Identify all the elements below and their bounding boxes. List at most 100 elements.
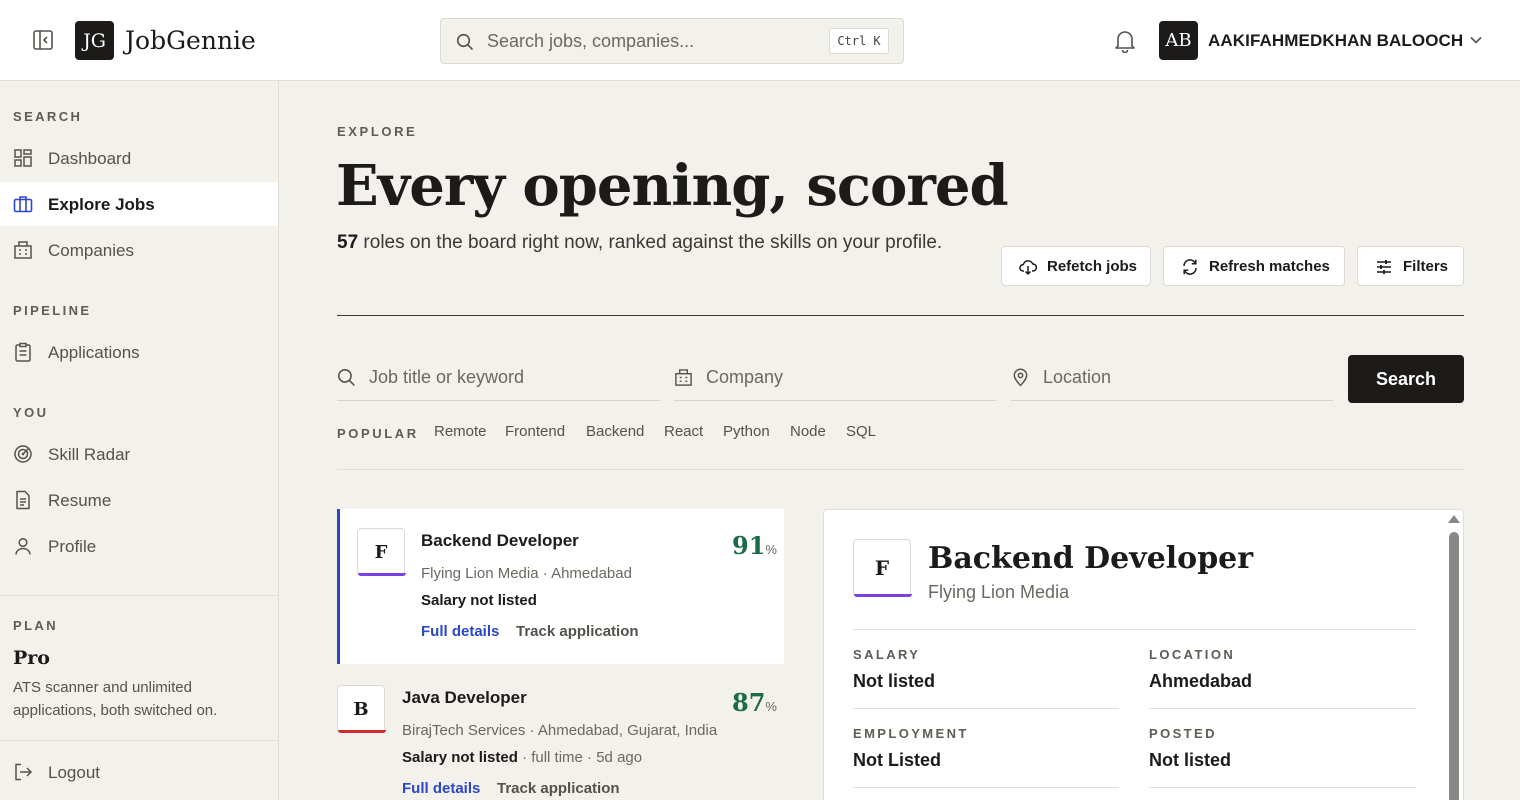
detail-value-location: Ahmedabad <box>1149 671 1253 691</box>
avatar[interactable]: AB <box>1159 21 1198 60</box>
popular-tag[interactable]: Backend <box>586 423 644 440</box>
user-icon <box>13 536 33 556</box>
sidebar-item-skill-radar[interactable]: Skill Radar <box>0 432 278 476</box>
building-icon <box>674 368 693 387</box>
sidebar-item-profile[interactable]: Profile <box>0 524 278 568</box>
search-icon <box>337 368 356 387</box>
logout-button[interactable]: Logout <box>0 750 278 794</box>
match-score: 87% <box>732 688 777 717</box>
header-divider <box>337 315 1464 316</box>
plan-name: Pro <box>13 647 50 669</box>
page-subtitle: 57 roles on the board right now, ranked … <box>337 228 947 257</box>
sidebar-divider <box>0 740 278 741</box>
sidebar-item-dashboard[interactable]: Dashboard <box>0 136 278 180</box>
keyword-input[interactable]: Job title or keyword <box>337 355 660 401</box>
building-icon <box>13 240 33 260</box>
sidebar-divider <box>0 595 278 596</box>
filters-button[interactable]: Filters <box>1357 246 1464 286</box>
company-logo-letter: B <box>353 698 369 720</box>
popular-tag[interactable]: Node <box>790 423 826 440</box>
company-logo-letter: F <box>874 556 890 580</box>
detail-value-salary: Not listed <box>853 671 936 691</box>
company-placeholder: Company <box>706 367 784 387</box>
logo-mark[interactable]: JG <box>75 21 114 60</box>
document-icon <box>13 490 33 510</box>
chevron-down-icon[interactable] <box>1469 33 1483 47</box>
user-name[interactable]: AAKIFAHMEDKHAN BALOOCH <box>1208 31 1463 51</box>
company-logo-bar <box>854 594 912 597</box>
detail-divider <box>853 629 1416 630</box>
sidebar-item-applications[interactable]: Applications <box>0 330 278 374</box>
detail-value-posted: Not listed <box>1149 750 1232 770</box>
company-logo: F <box>853 539 912 597</box>
section-label-plan: PLAN <box>13 618 58 633</box>
popular-tag[interactable]: React <box>664 423 703 440</box>
brand-name[interactable]: JobGennie <box>125 25 256 57</box>
refetch-jobs-button[interactable]: Refetch jobs <box>1001 246 1151 286</box>
job-meta: Flying Lion Media · Ahmedabad <box>421 565 632 582</box>
full-details-link[interactable]: Full details <box>402 780 480 797</box>
detail-company[interactable]: Flying Lion Media <box>928 582 1069 603</box>
job-title[interactable]: Java Developer <box>402 688 527 708</box>
job-title[interactable]: Backend Developer <box>421 531 579 551</box>
popular-tag[interactable]: SQL <box>846 423 876 440</box>
clipboard-icon <box>13 342 33 362</box>
page-eyebrow: EXPLORE <box>337 124 418 139</box>
subtitle-text: roles on the board right now, ranked aga… <box>358 232 943 253</box>
company-input[interactable]: Company <box>674 355 996 401</box>
detail-divider <box>853 708 1119 709</box>
refresh-matches-button[interactable]: Refresh matches <box>1163 246 1345 286</box>
grid-icon <box>13 148 33 168</box>
detail-label-salary: SALARY <box>853 647 921 662</box>
filters-label: Filters <box>1403 258 1449 275</box>
job-card[interactable]: B Java Developer 87% BirajTech Services … <box>337 665 784 800</box>
search-icon <box>456 33 474 51</box>
sidebar-item-resume[interactable]: Resume <box>0 478 278 522</box>
job-salary-value: Salary not listed <box>421 592 537 609</box>
scroll-up-arrow-icon[interactable] <box>1448 515 1460 523</box>
map-pin-icon <box>1011 368 1030 387</box>
location-input[interactable]: Location <box>1011 355 1333 401</box>
search-shortcut-badge: Ctrl K <box>829 28 889 54</box>
detail-value-employment: Not Listed <box>853 750 941 770</box>
job-salary: Salary not listed <box>421 592 537 609</box>
sliders-icon <box>1375 258 1393 276</box>
detail-label-employment: EMPLOYMENT <box>853 726 969 741</box>
sidebar-item-label: Resume <box>48 491 112 510</box>
scrollbar-thumb[interactable] <box>1449 532 1459 800</box>
cloud-download-icon <box>1019 258 1037 276</box>
roles-count: 57 <box>337 232 359 253</box>
detail-divider <box>1149 787 1416 788</box>
sidebar-item-companies[interactable]: Companies <box>0 228 278 272</box>
popular-tag[interactable]: Python <box>723 423 770 440</box>
filters-divider <box>337 469 1464 470</box>
sidebar-item-label: Skill Radar <box>48 445 131 464</box>
job-detail-panel: F Backend Developer Flying Lion Media SA… <box>823 509 1464 800</box>
detail-title: Backend Developer <box>928 541 1254 576</box>
popular-tag[interactable]: Frontend <box>505 423 565 440</box>
popular-tag[interactable]: Remote <box>434 423 487 440</box>
track-application-link[interactable]: Track application <box>516 623 639 640</box>
search-placeholder: Search jobs, companies... <box>487 31 695 51</box>
sidebar: SEARCH Dashboard Explore Jobs Companies … <box>0 81 279 800</box>
track-application-link[interactable]: Track application <box>497 780 620 797</box>
detail-label-location: LOCATION <box>1149 647 1236 662</box>
job-meta: BirajTech Services · Ahmedabad, Gujarat,… <box>402 722 718 739</box>
match-score-unit: % <box>765 699 777 714</box>
full-details-link[interactable]: Full details <box>421 623 499 640</box>
page-title: Every opening, scored <box>336 153 1009 219</box>
job-card-selected[interactable]: F Backend Developer 91% Flying Lion Medi… <box>337 509 784 664</box>
detail-label-posted: POSTED <box>1149 726 1217 741</box>
bell-icon[interactable] <box>1114 29 1136 53</box>
search-button[interactable]: Search <box>1348 355 1464 403</box>
keyword-placeholder: Job title or keyword <box>369 367 525 387</box>
sidebar-item-explore-jobs[interactable]: Explore Jobs <box>0 182 278 226</box>
location-placeholder: Location <box>1043 367 1112 387</box>
sidebar-item-label: Profile <box>48 537 97 556</box>
radar-icon <box>13 444 33 464</box>
detail-divider <box>1149 708 1416 709</box>
section-label-search: SEARCH <box>13 109 83 124</box>
company-logo: B <box>337 685 386 733</box>
popular-label: POPULAR <box>337 426 419 441</box>
sidebar-toggle-icon[interactable] <box>32 29 54 51</box>
